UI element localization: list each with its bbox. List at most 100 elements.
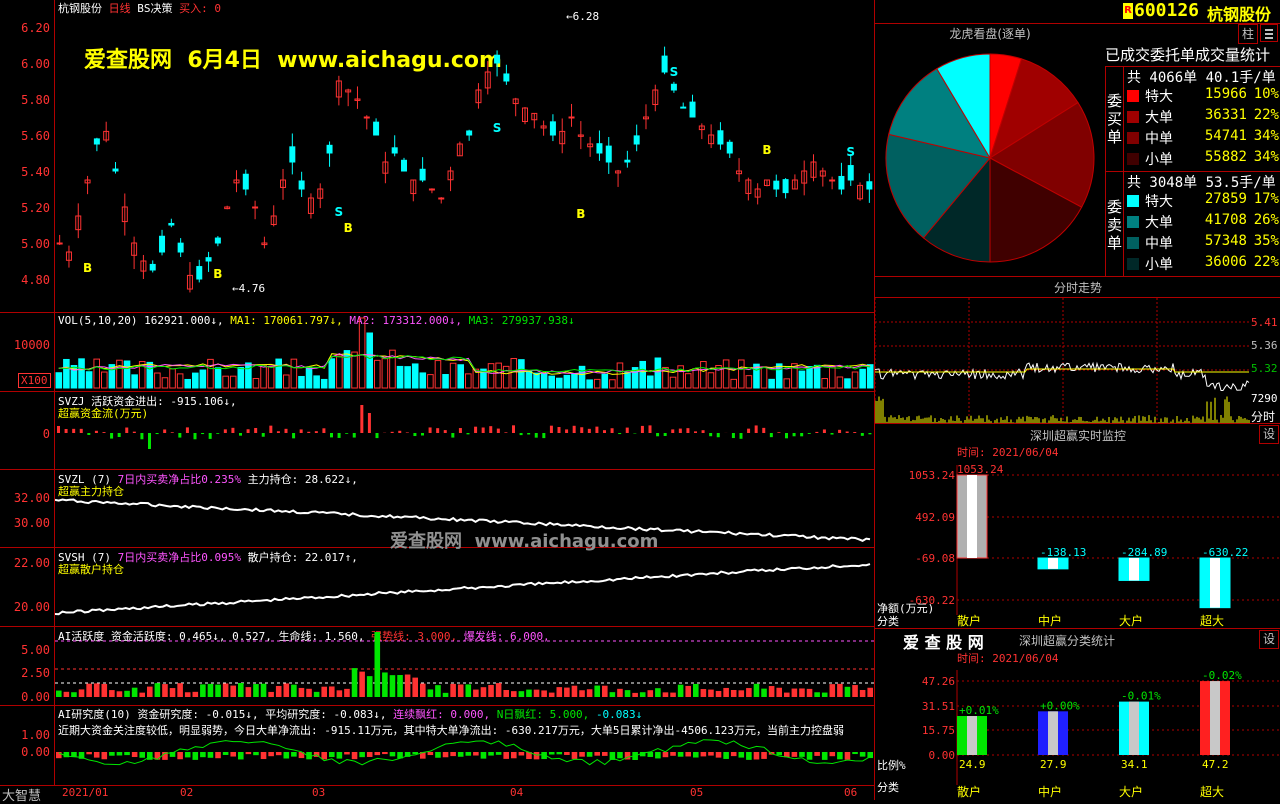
volume-bar: [177, 374, 183, 388]
ai-active-axis-label: 5.00: [0, 643, 50, 657]
activity-bar: [200, 684, 206, 697]
svsh-axis-label: 22.00: [0, 556, 50, 570]
order-color-swatch: [1127, 90, 1139, 102]
volume-bar: [132, 375, 138, 388]
class-axis-label: 0.00: [929, 749, 956, 762]
volume-bar: [299, 376, 305, 388]
activity-bar: [655, 688, 661, 697]
volume-bar: [776, 364, 782, 388]
research-bar: [390, 752, 396, 756]
research-bar: [723, 752, 729, 759]
capital-flow-bar: [178, 433, 181, 438]
activity-bar: [617, 689, 623, 697]
volume-bar: [466, 374, 472, 388]
volume-bar: [94, 359, 100, 388]
capital-flow-bar: [535, 433, 538, 438]
pin-button[interactable]: 柱: [1238, 24, 1258, 44]
retail-holding-chart[interactable]: [55, 548, 874, 626]
volume-chart[interactable]: [55, 313, 874, 391]
capital-flow-bar: [315, 431, 318, 433]
class-ratio-bar-chart[interactable]: 47.2631.5115.750.00+0.01%24.9散户+0.00%27.…: [875, 660, 1280, 800]
candle-body: [867, 182, 872, 189]
ai-activity-chart[interactable]: [55, 627, 874, 705]
capital-flow-bar: [57, 426, 60, 433]
order-type-label: 大单: [1145, 107, 1173, 127]
volume-bar: [450, 363, 456, 388]
class-settings-button[interactable]: 设: [1259, 630, 1279, 649]
net-flow-value: -284.89: [1121, 546, 1167, 559]
net-flow-bar-chart[interactable]: 1053.24492.09-69.08-630.221053.24散户-138.…: [875, 455, 1280, 630]
research-bar: [132, 752, 138, 757]
capital-flow-bar: [451, 433, 454, 438]
ai-research-chart[interactable]: [55, 706, 874, 785]
volume-bar: [246, 363, 252, 388]
capital-flow-bar: [209, 433, 212, 439]
research-bar: [223, 752, 229, 755]
order-volume: 36006: [1195, 254, 1247, 270]
activity-bar: [503, 690, 509, 697]
ai-research-axis-label: 0.00: [0, 745, 50, 759]
capital-flow-chart[interactable]: [55, 392, 874, 469]
candle-body: [606, 146, 611, 162]
activity-bar: [382, 672, 388, 697]
capital-flow-bar: [603, 430, 606, 433]
net-flow-value: 1053.24: [957, 463, 1004, 476]
research-bar: [746, 752, 752, 760]
candle-body: [467, 131, 472, 135]
capital-flow-bar: [95, 431, 98, 433]
capital-flow-bar: [186, 427, 189, 433]
activity-bar: [807, 689, 813, 697]
capital-flow-bar: [300, 429, 303, 433]
capital-flow-bar: [345, 433, 348, 434]
activity-bar: [291, 685, 297, 697]
research-bar: [579, 752, 585, 757]
research-bar: [587, 752, 593, 757]
candle-body: [94, 139, 99, 144]
stock-code-header: R 600126 杭钢股份: [1123, 0, 1280, 24]
research-bar: [86, 752, 92, 754]
r-badge: R: [1123, 3, 1133, 19]
order-percent: 26%: [1247, 212, 1279, 228]
activity-bar: [352, 668, 358, 697]
main-chart-panel[interactable]: 杭钢股份 日线 BS决策 买入: 0 爱查股网 6月4日 www.aichagu…: [0, 0, 874, 800]
monitor-settings-button[interactable]: 设: [1259, 425, 1279, 444]
research-bar: [776, 752, 782, 755]
candlestick-chart[interactable]: BBSBSBSBS: [55, 0, 874, 312]
high-price-value: 6.28: [573, 10, 600, 23]
activity-bar: [799, 688, 805, 697]
activity-bar: [541, 690, 547, 697]
volume-bar: [314, 376, 320, 388]
candle-body: [783, 180, 788, 193]
order-pie-chart[interactable]: [875, 40, 1105, 275]
intraday-chart[interactable]: [875, 298, 1251, 423]
sell-signal-marker: S: [493, 121, 502, 135]
capital-flow-bar: [247, 429, 250, 433]
class-change-value: -0.01%: [1121, 690, 1161, 703]
candle-body: [206, 258, 211, 261]
capital-flow-bar: [156, 433, 159, 434]
volume-bar: [739, 360, 745, 388]
volume-bar: [602, 374, 608, 388]
capital-flow-bar: [823, 429, 826, 433]
net-flow-value: -138.13: [1040, 546, 1086, 559]
activity-bar: [155, 683, 161, 697]
candle-body: [495, 55, 500, 63]
activity-bar: [412, 678, 418, 697]
activity-bar: [71, 692, 77, 697]
research-bar: [238, 752, 244, 759]
research-bar: [534, 752, 540, 759]
research-bar: [102, 752, 108, 759]
candle-body: [848, 166, 853, 180]
candle-body: [439, 198, 444, 199]
research-bar: [375, 752, 381, 755]
buy-signal-marker: B: [344, 221, 353, 235]
volume-bar: [215, 368, 221, 388]
research-bar: [663, 752, 669, 757]
order-type-label: 小单: [1145, 254, 1173, 274]
menu-icon[interactable]: [1260, 24, 1278, 42]
research-bar: [291, 752, 297, 757]
capital-flow-bar: [338, 433, 341, 438]
capital-flow-bar: [717, 433, 720, 437]
research-bar: [215, 752, 221, 758]
research-bar: [617, 752, 623, 758]
